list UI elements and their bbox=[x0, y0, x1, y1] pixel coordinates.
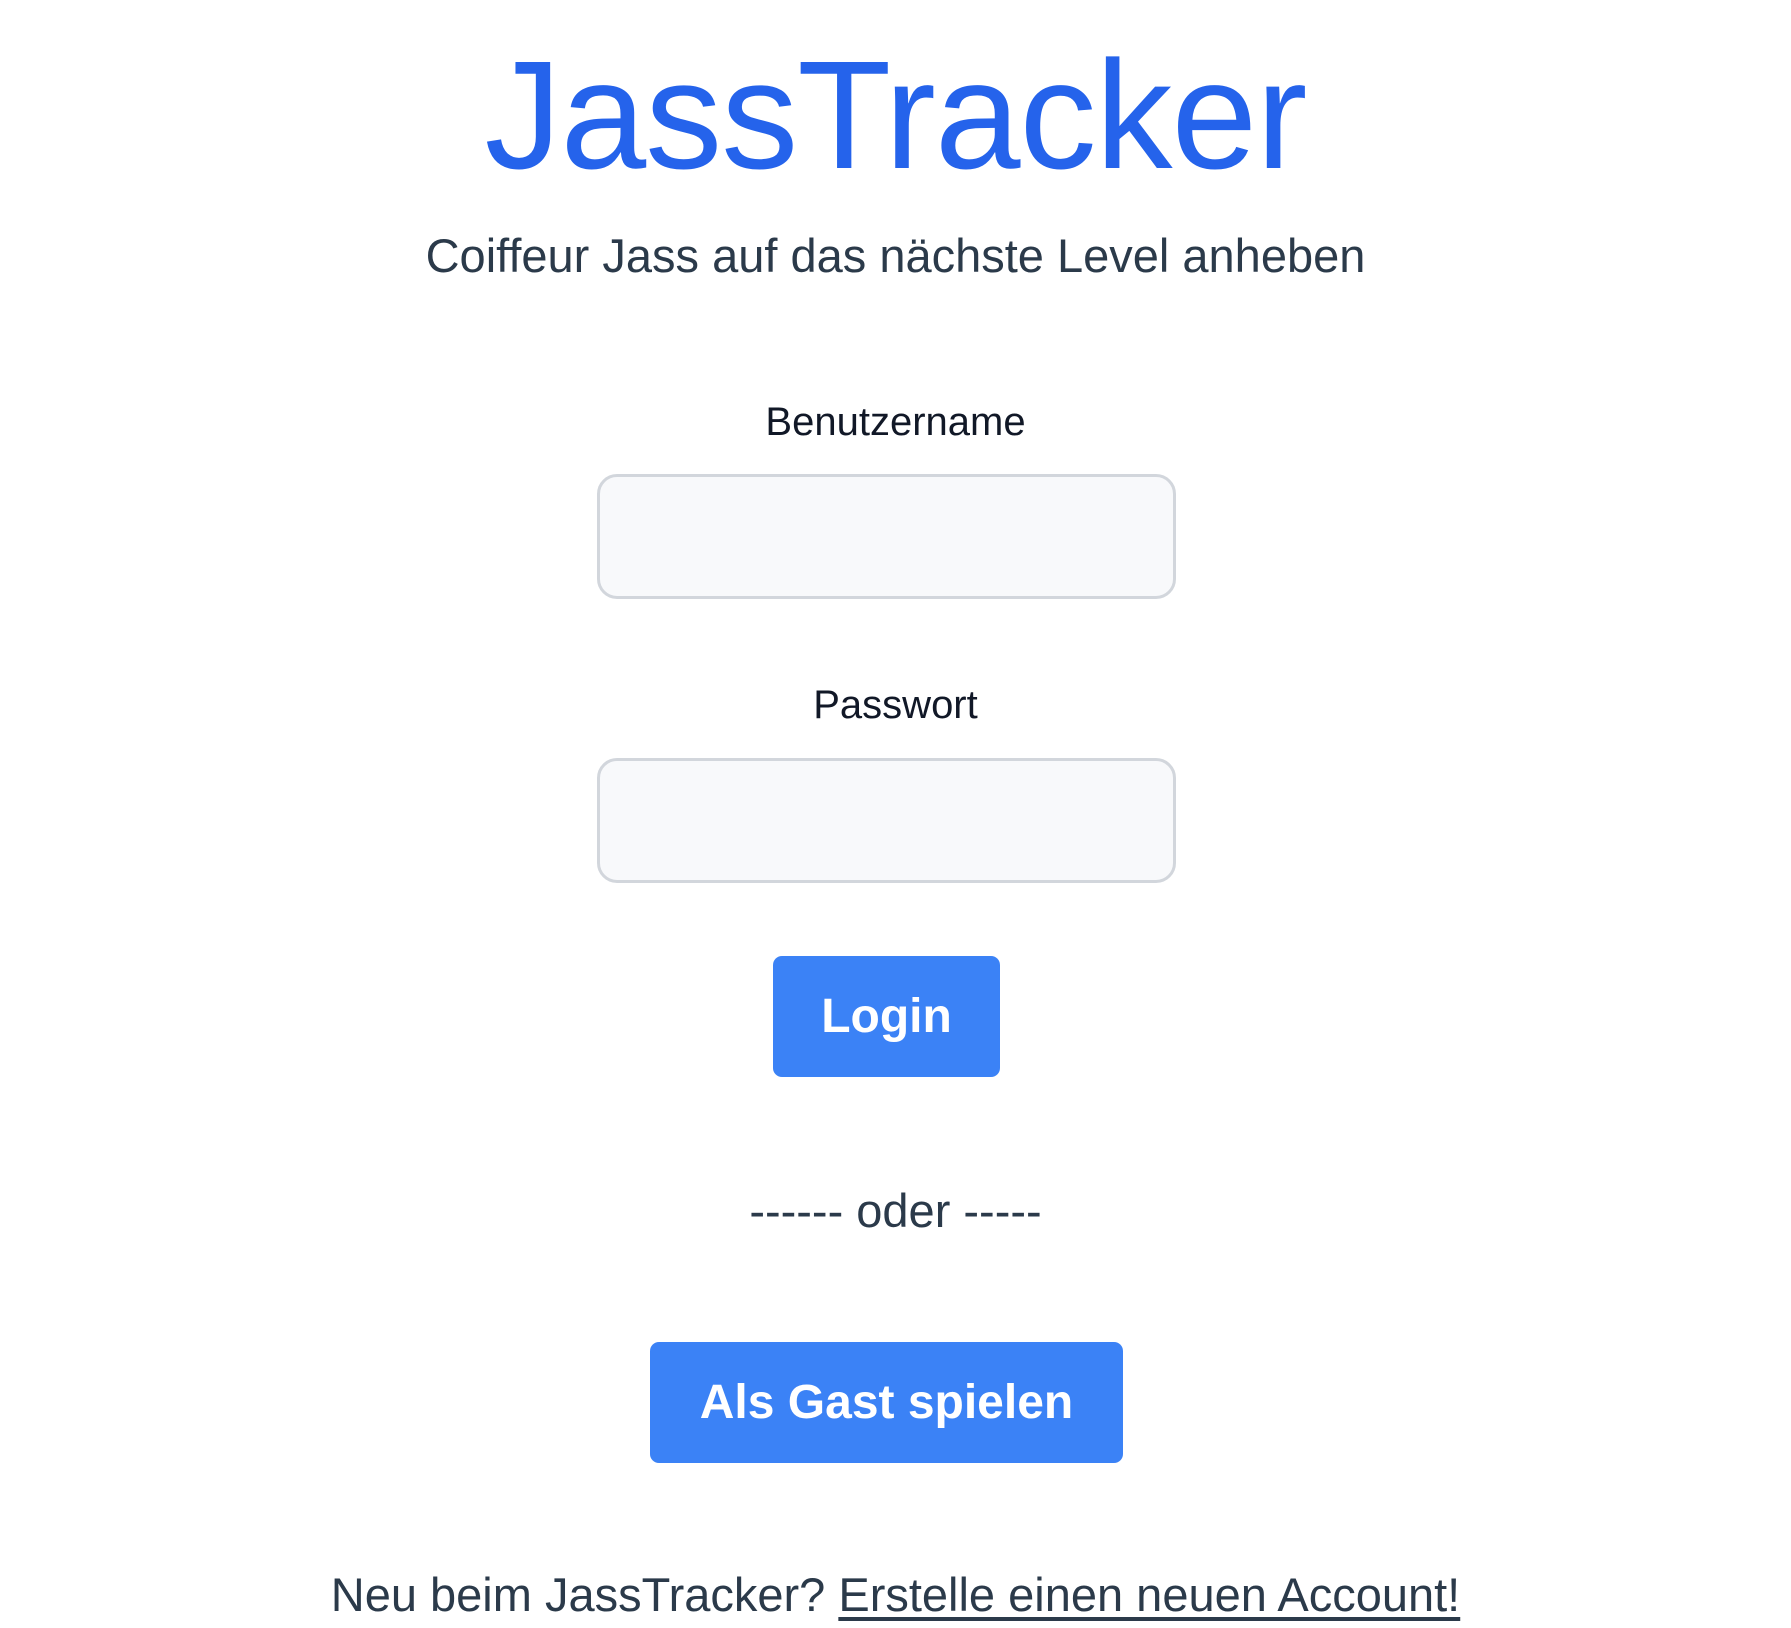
username-input[interactable] bbox=[597, 474, 1176, 599]
or-divider: ------ oder ----- bbox=[749, 1184, 1042, 1237]
password-label: Passwort bbox=[813, 683, 978, 727]
register-prompt: Neu beim JassTracker? Erstelle einen neu… bbox=[0, 1567, 1791, 1623]
login-button[interactable]: Login bbox=[773, 956, 1000, 1077]
password-input[interactable] bbox=[597, 758, 1176, 883]
play-as-guest-button[interactable]: Als Gast spielen bbox=[650, 1342, 1123, 1463]
username-label: Benutzername bbox=[765, 400, 1026, 444]
create-account-link[interactable]: Erstelle einen neuen Account! bbox=[838, 1568, 1460, 1621]
register-prompt-text: Neu beim JassTracker? bbox=[330, 1568, 839, 1621]
app-subtitle: Coiffeur Jass auf das nächste Level anhe… bbox=[425, 229, 1366, 282]
app-title: JassTracker bbox=[484, 29, 1308, 201]
